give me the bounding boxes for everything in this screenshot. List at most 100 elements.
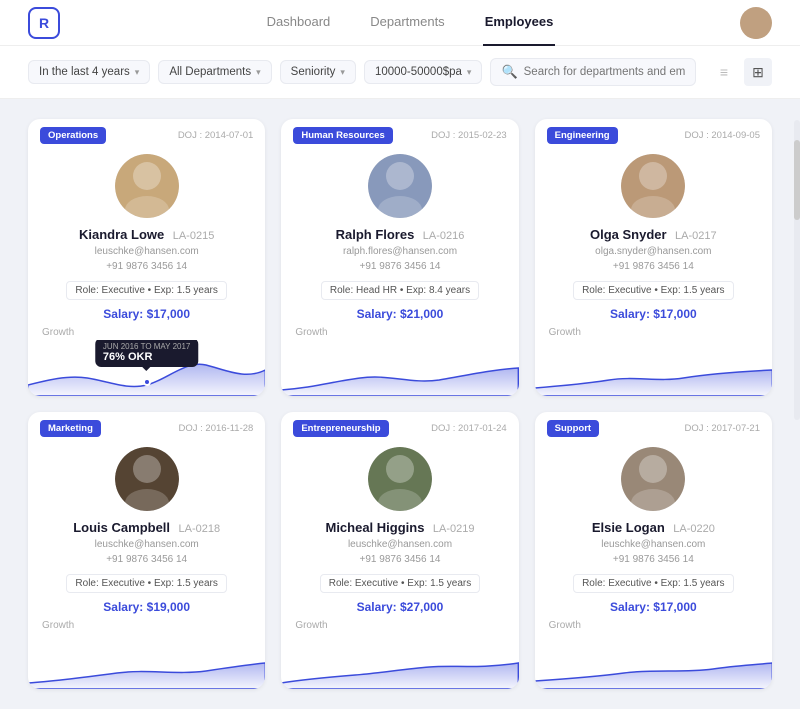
employee-role: Role: Executive • Exp: 1.5 years [66, 574, 226, 593]
chart-dot [143, 378, 151, 386]
card-footer: Growth [281, 327, 518, 396]
employee-email: olga.snyder@hansen.com [549, 244, 758, 259]
employee-card[interactable]: Entrepreneurship DOJ : 2017-01-24 Michea… [281, 412, 518, 689]
employee-phone: +91 9876 3456 14 [549, 552, 758, 567]
employee-name: Olga Snyder [590, 227, 667, 242]
nav: Dashboard Departments Employees [80, 0, 740, 46]
chevron-down-icon: ▾ [467, 67, 472, 78]
employee-name: Ralph Flores [336, 227, 415, 242]
doj-label: DOJ : 2016-11-28 [179, 423, 254, 434]
doj-label: DOJ : 2014-07-01 [178, 130, 254, 141]
card-body: Olga Snyder LA-0217 olga.snyder@hansen.c… [535, 150, 772, 321]
seniority-filter[interactable]: Seniority ▾ [280, 60, 356, 84]
filters-bar: In the last 4 years ▾ All Departments ▾ … [0, 46, 800, 99]
employee-avatar [368, 154, 432, 218]
dept-badge: Support [547, 420, 599, 437]
employee-avatar [621, 447, 685, 511]
dept-badge: Entrepreneurship [293, 420, 388, 437]
tooltip-box: JUN 2016 TO MAY 2017 76% OKR [95, 340, 198, 367]
growth-chart [281, 633, 518, 689]
employee-role: Role: Executive • Exp: 1.5 years [573, 281, 733, 300]
emp-name-row: Olga Snyder LA-0217 [549, 226, 758, 244]
logo[interactable]: R [28, 7, 60, 39]
chevron-down-icon: ▾ [135, 67, 140, 78]
employee-avatar [115, 447, 179, 511]
employee-name: Louis Campbell [73, 520, 170, 535]
scrollbar-thumb[interactable] [794, 140, 800, 220]
card-header: Entrepreneurship DOJ : 2017-01-24 [281, 412, 518, 443]
employee-salary: Salary: $21,000 [295, 307, 504, 321]
search-box[interactable]: 🔍 [490, 58, 696, 86]
growth-chart [535, 340, 772, 396]
card-footer: Growth [28, 620, 265, 689]
card-footer: Growth JUN 2016 TO MAY 2017 76% OKR [28, 327, 265, 396]
card-body: Elsie Logan LA-0220 leuschke@hansen.com … [535, 443, 772, 614]
growth-label: Growth [535, 620, 772, 633]
card-body: Louis Campbell LA-0218 leuschke@hansen.c… [28, 443, 265, 614]
employee-card[interactable]: Support DOJ : 2017-07-21 Elsie Logan LA-… [535, 412, 772, 689]
salary-filter[interactable]: 10000-50000$pa ▾ [364, 60, 483, 84]
employee-avatar [368, 447, 432, 511]
employee-email: leuschke@hansen.com [295, 537, 504, 552]
employee-id: LA-0217 [675, 230, 717, 242]
employee-phone: +91 9876 3456 14 [549, 259, 758, 274]
card-footer: Growth [535, 620, 772, 689]
growth-label: Growth [281, 620, 518, 633]
growth-label: Growth [28, 327, 265, 340]
doj-label: DOJ : 2017-01-24 [431, 423, 507, 434]
dept-badge: Human Resources [293, 127, 392, 144]
employee-name: Elsie Logan [592, 520, 665, 535]
search-input[interactable] [524, 66, 685, 78]
employee-salary: Salary: $27,000 [295, 600, 504, 614]
growth-label: Growth [281, 327, 518, 340]
search-icon: 🔍 [501, 64, 517, 80]
header: R Dashboard Departments Employees [0, 0, 800, 46]
card-header: Support DOJ : 2017-07-21 [535, 412, 772, 443]
employee-card[interactable]: Engineering DOJ : 2014-09-05 Olga Snyder… [535, 119, 772, 396]
card-body: Micheal Higgins LA-0219 leuschke@hansen.… [281, 443, 518, 614]
employee-card[interactable]: Marketing DOJ : 2016-11-28 Louis Campbel… [28, 412, 265, 689]
card-body: Kiandra Lowe LA-0215 leuschke@hansen.com… [28, 150, 265, 321]
employee-phone: +91 9876 3456 14 [295, 259, 504, 274]
nav-departments[interactable]: Departments [368, 0, 446, 46]
employee-phone: +91 9876 3456 14 [42, 552, 251, 567]
employee-card[interactable]: Human Resources DOJ : 2015-02-23 Ralph F… [281, 119, 518, 396]
employee-email: leuschke@hansen.com [549, 537, 758, 552]
employee-id: LA-0218 [178, 523, 220, 535]
nav-dashboard[interactable]: Dashboard [265, 0, 333, 46]
employee-card[interactable]: Operations DOJ : 2014-07-01 Kiandra Lowe… [28, 119, 265, 396]
growth-chart [535, 633, 772, 689]
emp-name-row: Ralph Flores LA-0216 [295, 226, 504, 244]
employee-salary: Salary: $17,000 [549, 600, 758, 614]
employee-role: Role: Head HR • Exp: 8.4 years [321, 281, 479, 300]
card-body: Ralph Flores LA-0216 ralph.flores@hansen… [281, 150, 518, 321]
dept-filter[interactable]: All Departments ▾ [158, 60, 271, 84]
employee-salary: Salary: $17,000 [549, 307, 758, 321]
list-view-button[interactable]: ≡ [710, 58, 738, 86]
emp-name-row: Elsie Logan LA-0220 [549, 519, 758, 537]
employee-role: Role: Executive • Exp: 1.5 years [573, 574, 733, 593]
card-footer: Growth [535, 327, 772, 396]
doj-label: DOJ : 2014-09-05 [684, 130, 760, 141]
scrollbar[interactable] [794, 120, 800, 420]
employee-email: ralph.flores@hansen.com [295, 244, 504, 259]
doj-label: DOJ : 2017-07-21 [684, 423, 760, 434]
dept-badge: Engineering [547, 127, 618, 144]
tooltip-percent: 76% OKR [103, 351, 190, 363]
employee-phone: +91 9876 3456 14 [42, 259, 251, 274]
card-header: Human Resources DOJ : 2015-02-23 [281, 119, 518, 150]
employee-avatar [621, 154, 685, 218]
chevron-down-icon: ▾ [340, 67, 345, 78]
growth-chart: JUN 2016 TO MAY 2017 76% OKR [28, 340, 265, 396]
employee-name: Micheal Higgins [325, 520, 424, 535]
time-filter[interactable]: In the last 4 years ▾ [28, 60, 150, 84]
nav-employees[interactable]: Employees [483, 0, 556, 46]
user-avatar[interactable] [740, 7, 772, 39]
employee-email: leuschke@hansen.com [42, 537, 251, 552]
growth-chart [281, 340, 518, 396]
employee-phone: +91 9876 3456 14 [295, 552, 504, 567]
card-footer: Growth [281, 620, 518, 689]
card-header: Engineering DOJ : 2014-09-05 [535, 119, 772, 150]
employee-role: Role: Executive • Exp: 1.5 years [320, 574, 480, 593]
grid-view-button[interactable]: ⊞ [744, 58, 772, 86]
